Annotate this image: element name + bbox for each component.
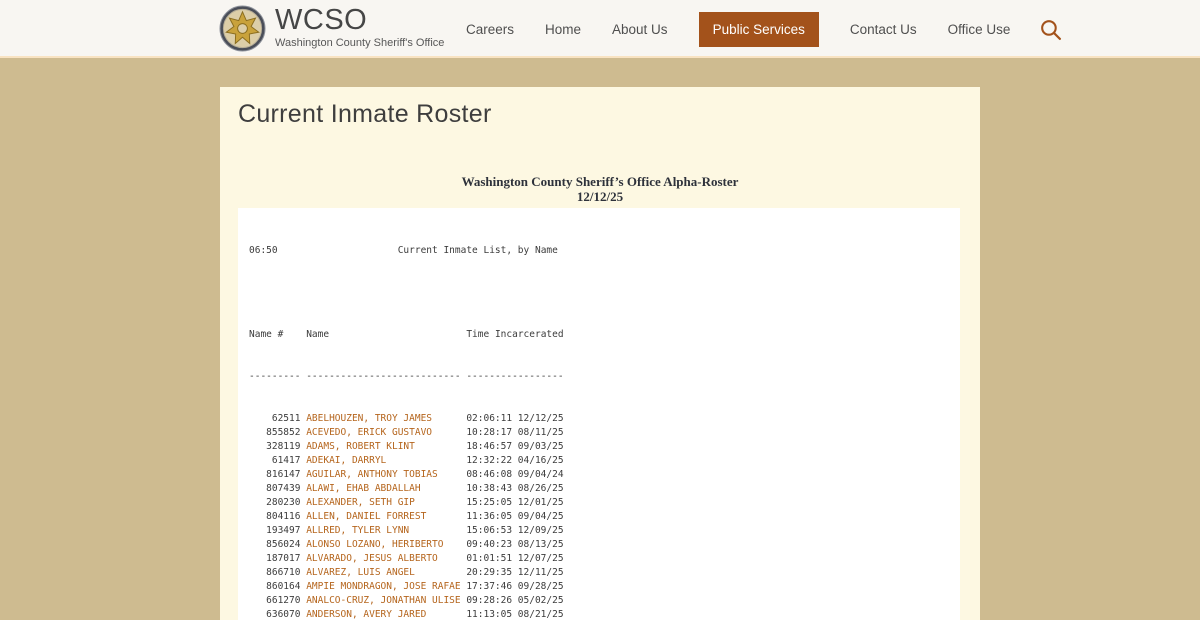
inmate-id: 860164 bbox=[249, 580, 300, 594]
incarceration-time: 18:46:57 09/03/25 bbox=[466, 441, 563, 452]
inmate-id: 856024 bbox=[249, 538, 300, 552]
brand-subtitle: Washington County Sheriff's Office bbox=[275, 37, 444, 49]
inmate-id: 280230 bbox=[249, 496, 300, 510]
incarceration-time: 09:40:23 08/13/25 bbox=[466, 539, 563, 550]
incarceration-time: 12:32:22 04/16/25 bbox=[466, 455, 563, 466]
inmate-name-link[interactable]: ADAMS, ROBERT KLINT bbox=[306, 440, 466, 454]
divider-line: --------- --------------------------- --… bbox=[249, 370, 960, 384]
roster-report: 06:50 Current Inmate List, by Name Name #… bbox=[238, 208, 960, 620]
nav-item-contact-us[interactable]: Contact Us bbox=[850, 22, 917, 37]
incarceration-time: 15:25:05 12/01/25 bbox=[466, 497, 563, 508]
incarceration-time: 11:13:05 08/21/25 bbox=[466, 609, 563, 620]
inmate-id: 661270 bbox=[249, 594, 300, 608]
inmate-id: 866710 bbox=[249, 566, 300, 580]
sheriff-badge-logo-icon[interactable] bbox=[219, 5, 266, 52]
inmate-id: 804116 bbox=[249, 510, 300, 524]
roster-row: 636070 ANDERSON, AVERY JARED11:13:05 08/2… bbox=[249, 608, 960, 620]
inmate-id: 187017 bbox=[249, 552, 300, 566]
page-title: Current Inmate Roster bbox=[238, 100, 980, 129]
inmate-name-link[interactable]: ACEVEDO, ERICK GUSTAVO bbox=[306, 426, 466, 440]
inmate-id: 636070 bbox=[249, 608, 300, 620]
roster-row: 61417 ADEKAI, DARRYL12:32:22 04/16/25 bbox=[249, 454, 960, 468]
roster-row: 62511 ABELHOUZEN, TROY JAMES02:06:11 12/1… bbox=[249, 412, 960, 426]
inmate-name-link[interactable]: ALLEN, DANIEL FORREST bbox=[306, 510, 466, 524]
nav-item-about-us[interactable]: About Us bbox=[612, 22, 668, 37]
brand-text: WCSO Washington County Sheriff's Office bbox=[275, 5, 444, 49]
inmate-name-link[interactable]: ADEKAI, DARRYL bbox=[306, 454, 466, 468]
roster-row: 856024 ALONSO LOZANO, HERIBERTO09:40:23 0… bbox=[249, 538, 960, 552]
incarceration-time: 02:06:11 12/12/25 bbox=[466, 413, 563, 424]
incarceration-time: 09:28:26 05/02/25 bbox=[466, 595, 563, 606]
incarceration-time: 01:01:51 12/07/25 bbox=[466, 553, 563, 564]
inmate-id: 62511 bbox=[249, 412, 300, 426]
roster-row: 280230 ALEXANDER, SETH GIP15:25:05 12/01/… bbox=[249, 496, 960, 510]
roster-row: 328119 ADAMS, ROBERT KLINT18:46:57 09/03/… bbox=[249, 440, 960, 454]
incarceration-time: 11:36:05 09/04/25 bbox=[466, 511, 563, 522]
report-time: 06:50 bbox=[249, 245, 278, 256]
inmate-id: 855852 bbox=[249, 426, 300, 440]
site-header: WCSO Washington County Sheriff's Office … bbox=[0, 0, 1200, 58]
roster-row: 661270 ANALCO-CRUZ, JONATHAN ULISE09:28:2… bbox=[249, 594, 960, 608]
roster-row: 804116 ALLEN, DANIEL FORREST11:36:05 09/0… bbox=[249, 510, 960, 524]
brand-title[interactable]: WCSO bbox=[275, 5, 444, 35]
inmate-id: 61417 bbox=[249, 454, 300, 468]
inmate-name-link[interactable]: ALAWI, EHAB ABDALLAH bbox=[306, 482, 466, 496]
inmate-id: 816147 bbox=[249, 468, 300, 482]
incarceration-time: 10:38:43 08/26/25 bbox=[466, 483, 563, 494]
inmate-id: 807439 bbox=[249, 482, 300, 496]
nav-items: Careers Home About Us Public Services Contac… bbox=[466, 12, 1010, 47]
roster-row: 860164 AMPIE MONDRAGON, JOSE RAFAE17:37:4… bbox=[249, 580, 960, 594]
inmate-name-link[interactable]: ALEXANDER, SETH GIP bbox=[306, 496, 466, 510]
inmate-name-link[interactable]: ANDERSON, AVERY JARED bbox=[306, 608, 466, 620]
inmate-name-link[interactable]: ANALCO-CRUZ, JONATHAN ULISE bbox=[306, 594, 466, 608]
inmate-name-link[interactable]: AGUILAR, ANTHONY TOBIAS bbox=[306, 468, 466, 482]
inmate-id: 193497 bbox=[249, 524, 300, 538]
nav-item-office-use[interactable]: Office Use bbox=[948, 22, 1011, 37]
column-headers-line: Name # Name Time Incarcerated bbox=[249, 328, 960, 342]
roster-date: 12/12/25 bbox=[220, 189, 980, 204]
inmate-name-link[interactable]: ABELHOUZEN, TROY JAMES bbox=[306, 412, 466, 426]
main-nav: Careers Home About Us Public Services Contac… bbox=[466, 0, 1065, 58]
content-panel: Current Inmate Roster Washington County … bbox=[220, 87, 980, 620]
inmate-name-link[interactable]: ALLRED, TYLER LYNN bbox=[306, 524, 466, 538]
report-header-line: 06:50 Current Inmate List, by Name bbox=[249, 244, 960, 258]
nav-item-home[interactable]: Home bbox=[545, 22, 581, 37]
inmate-name-link[interactable]: ALONSO LOZANO, HERIBERTO bbox=[306, 538, 466, 552]
inmate-name-link[interactable]: AMPIE MONDRAGON, JOSE RAFAE bbox=[306, 580, 466, 594]
roster-row: 816147 AGUILAR, ANTHONY TOBIAS08:46:08 09… bbox=[249, 468, 960, 482]
roster-row: 807439 ALAWI, EHAB ABDALLAH10:38:43 08/26… bbox=[249, 482, 960, 496]
incarceration-time: 17:37:46 09/28/25 bbox=[466, 581, 563, 592]
roster-row: 187017 ALVARADO, JESUS ALBERTO01:01:51 12… bbox=[249, 552, 960, 566]
incarceration-time: 20:29:35 12/11/25 bbox=[466, 567, 563, 578]
incarceration-time: 08:46:08 09/04/24 bbox=[466, 469, 563, 480]
roster-heading-block: Washington County Sheriff’s Office Alpha… bbox=[220, 174, 980, 204]
roster-row: 855852 ACEVEDO, ERICK GUSTAVO10:28:17 08/… bbox=[249, 426, 960, 440]
inmate-name-link[interactable]: ALVARADO, JESUS ALBERTO bbox=[306, 552, 466, 566]
search-icon bbox=[1038, 17, 1063, 42]
inmate-name-link[interactable]: ALVAREZ, LUIS ANGEL bbox=[306, 566, 466, 580]
incarceration-time: 10:28:17 08/11/25 bbox=[466, 427, 563, 438]
roster-row: 866710 ALVAREZ, LUIS ANGEL20:29:35 12/11/… bbox=[249, 566, 960, 580]
nav-item-careers[interactable]: Careers bbox=[466, 22, 514, 37]
inmate-id: 328119 bbox=[249, 440, 300, 454]
nav-item-public-services[interactable]: Public Services bbox=[699, 12, 819, 47]
sheriff-badge-icon bbox=[219, 5, 266, 52]
roster-rows: 62511 ABELHOUZEN, TROY JAMES02:06:11 12/1… bbox=[249, 412, 960, 620]
search-button[interactable] bbox=[1036, 15, 1065, 44]
roster-row: 193497 ALLRED, TYLER LYNN15:06:53 12/09/2… bbox=[249, 524, 960, 538]
incarceration-time: 15:06:53 12/09/25 bbox=[466, 525, 563, 536]
roster-heading: Washington County Sheriff’s Office Alpha… bbox=[220, 174, 980, 189]
report-title: Current Inmate List, by Name bbox=[398, 245, 558, 256]
blank-line bbox=[249, 286, 960, 300]
